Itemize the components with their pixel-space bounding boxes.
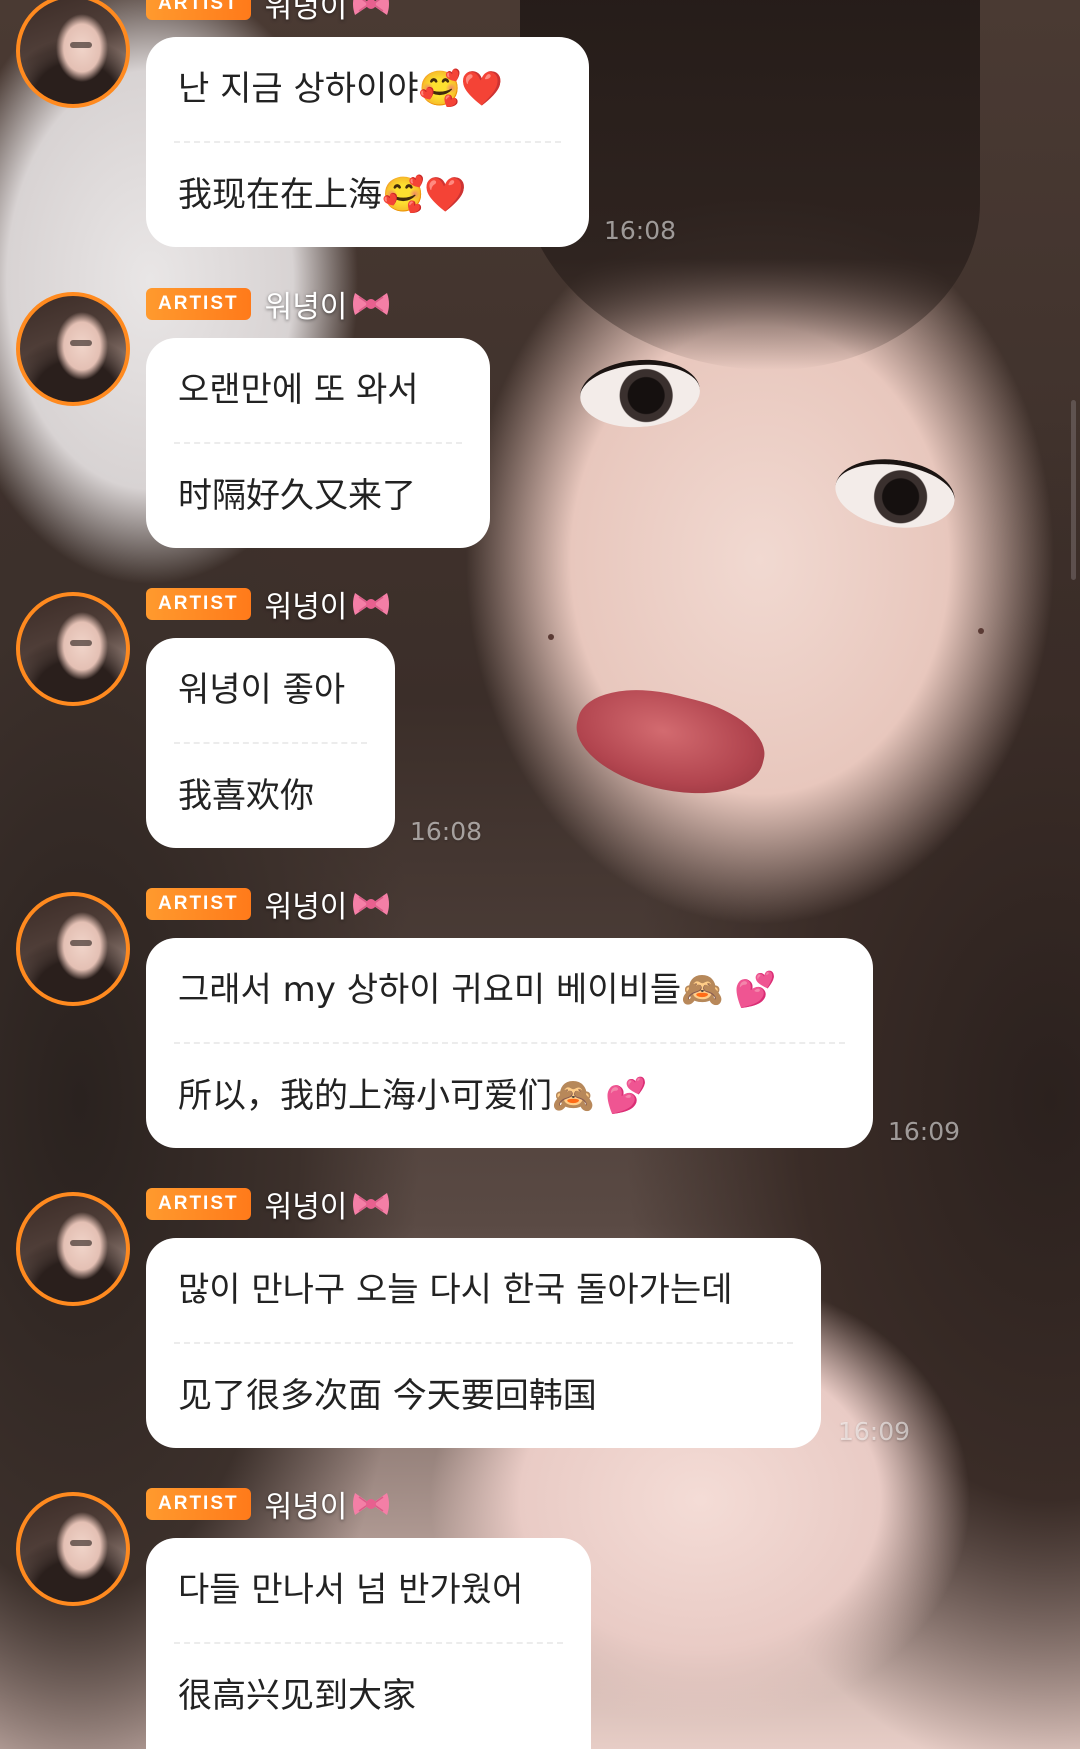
artist-name[interactable]: 워녕이 (265, 0, 392, 26)
artist-badge: ARTIST (146, 588, 251, 620)
mole (548, 634, 554, 640)
message-header: ARTIST 워녕이 (146, 886, 391, 925)
artist-name-text: 워녕이 (264, 1490, 348, 1525)
ribbon-bow-icon (351, 889, 391, 919)
message-bubble[interactable]: 다들 만나서 넘 반가웠어 很高兴见到大家 (146, 1538, 591, 1749)
message-header: ARTIST 워녕이 (146, 1486, 391, 1525)
artist-name[interactable]: 워녕이 (265, 1482, 392, 1526)
artist-name-text: 워녕이 (264, 1190, 348, 1225)
message-text-chinese: 所以，我的上海小可爱们🙈 💕 (178, 1076, 648, 1116)
message-time: 16:09 (838, 1417, 911, 1446)
message-header: ARTIST 워녕이 (146, 586, 391, 625)
ribbon-bow-icon (351, 589, 391, 619)
hair-bangs (520, 0, 980, 370)
artist-badge: ARTIST (146, 888, 251, 920)
artist-badge: ARTIST (146, 1188, 251, 1220)
message-text-korean: 다들 만나서 넘 반가웠어 (178, 1570, 524, 1610)
left-eye (577, 355, 703, 432)
ribbon-bow-icon (351, 1189, 391, 1219)
lips (566, 673, 774, 812)
avatar[interactable] (16, 892, 130, 1006)
avatar[interactable] (16, 592, 130, 706)
right-eye (830, 451, 960, 536)
avatar[interactable] (16, 1192, 130, 1306)
avatar[interactable] (16, 1492, 130, 1606)
message-bubble[interactable]: 그래서 my 상하이 귀요미 베이비들🙈 💕 所以，我的上海小可爱们🙈 💕 (146, 938, 873, 1148)
message-header: ARTIST 워녕이 (146, 0, 391, 25)
message-text-chinese: 见了很多次面 今天要回韩国 (178, 1376, 597, 1416)
message-time: 16:08 (604, 216, 677, 245)
artist-name[interactable]: 워녕이 (265, 1182, 392, 1226)
message-text-chinese: 我喜欢你 (178, 776, 314, 816)
avatar[interactable] (16, 292, 130, 406)
message-text-korean: 오랜만에 또 와서 (178, 370, 419, 410)
artist-name[interactable]: 워녕이 (265, 582, 392, 626)
artist-name-text: 워녕이 (264, 890, 348, 925)
message-bubble[interactable]: 오랜만에 또 와서 时隔好久又来了 (146, 338, 490, 548)
message-header: ARTIST 워녕이 (146, 1186, 391, 1225)
message-text-chinese: 我现在在上海🥰❤️ (178, 175, 467, 215)
message-time: 16:08 (410, 817, 483, 846)
message-text-korean: 많이 만나구 오늘 다시 한국 돌아가는데 (178, 1270, 733, 1310)
message-bubble[interactable]: 난 지금 상하이야🥰❤️ 我现在在上海🥰❤️ (146, 37, 589, 247)
message-text-chinese: 时隔好久又来了 (178, 476, 416, 516)
artist-badge: ARTIST (146, 1488, 251, 1520)
message-time: 16:09 (888, 1117, 961, 1146)
ribbon-bow-icon (351, 0, 391, 19)
artist-name-text: 워녕이 (264, 590, 348, 625)
ribbon-bow-icon (351, 1489, 391, 1519)
message-text-chinese: 很高兴见到大家 (178, 1676, 416, 1716)
message-text-korean: 난 지금 상하이야🥰❤️ (178, 69, 504, 109)
artist-name-text: 워녕이 (264, 0, 348, 25)
artist-badge: ARTIST (146, 0, 251, 20)
artist-name[interactable]: 워녕이 (265, 882, 392, 926)
message-bubble[interactable]: 워녕이 좋아 我喜欢你 (146, 638, 395, 848)
message-header: ARTIST 워녕이 (146, 286, 391, 325)
message-bubble[interactable]: 많이 만나구 오늘 다시 한국 돌아가는데 见了很多次面 今天要回韩国 (146, 1238, 821, 1448)
artist-name[interactable]: 워녕이 (265, 282, 392, 326)
message-text-korean: 워녕이 좋아 (178, 670, 346, 710)
scroll-indicator[interactable] (1071, 400, 1076, 580)
artist-badge: ARTIST (146, 288, 251, 320)
mole (978, 628, 984, 634)
message-text-korean: 그래서 my 상하이 귀요미 베이비들🙈 💕 (178, 970, 777, 1010)
artist-name-text: 워녕이 (264, 290, 348, 325)
ribbon-bow-icon (351, 289, 391, 319)
